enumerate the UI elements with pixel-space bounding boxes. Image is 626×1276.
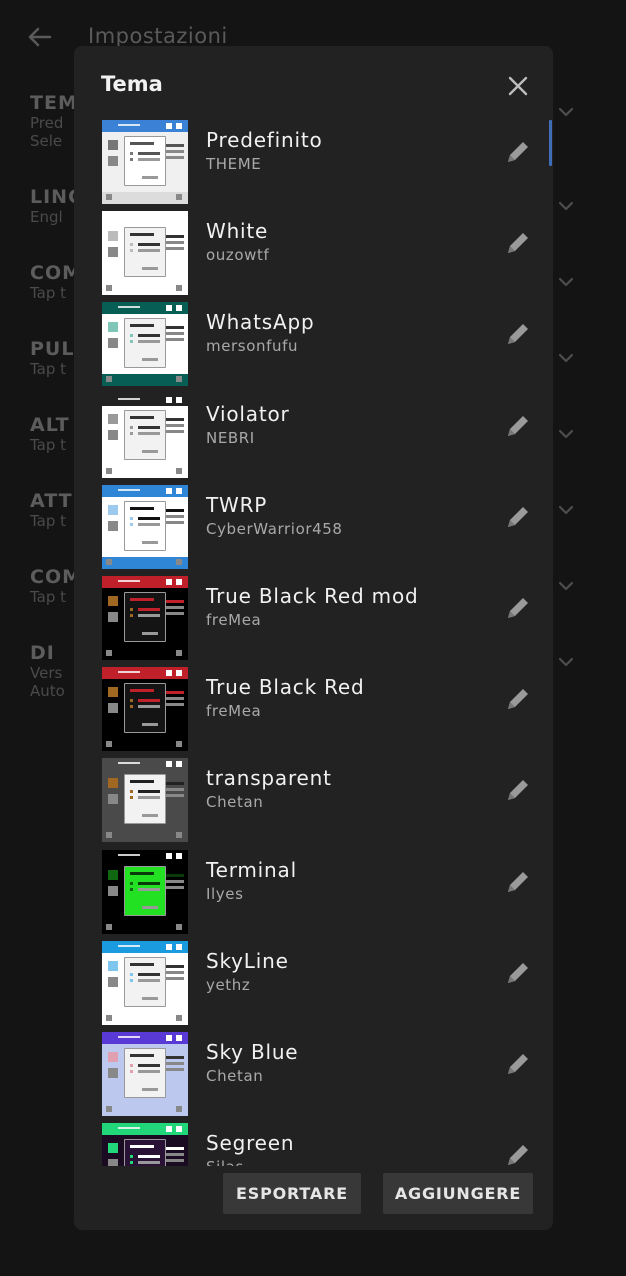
theme-name: True Black Red mod: [206, 584, 419, 608]
theme-row[interactable]: transparent Chetan: [102, 758, 542, 844]
theme-row[interactable]: Segreen Silas: [102, 1123, 542, 1166]
theme-preview-thumbnail: [102, 484, 188, 569]
theme-name: SkyLine: [206, 948, 289, 973]
theme-name: White: [206, 219, 269, 244]
theme-row[interactable]: White ouzowtf: [102, 211, 542, 297]
theme-author: THEME: [206, 155, 262, 173]
theme-list[interactable]: Predefinito THEME White ouzowtf WhatsApp mers…: [74, 120, 553, 1166]
pencil-icon[interactable]: [502, 227, 534, 259]
settings-title: Impostazioni: [88, 24, 228, 48]
theme-name: Predefinito: [206, 128, 323, 152]
chevron-down-icon: [556, 652, 576, 672]
theme-name: Sky Blue: [206, 1040, 299, 1064]
theme-preview-thumbnail: [102, 940, 188, 1025]
theme-preview-thumbnail: [102, 393, 188, 478]
pencil-icon[interactable]: [502, 592, 534, 624]
theme-row[interactable]: Violator NEBRI: [102, 393, 542, 480]
theme-preview-thumbnail: [102, 302, 188, 387]
theme-name: Terminal: [206, 857, 297, 882]
close-icon[interactable]: [504, 72, 532, 100]
pencil-icon[interactable]: [502, 866, 534, 898]
pencil-icon[interactable]: [502, 1139, 534, 1166]
theme-row[interactable]: True Black Red mod freMea: [102, 576, 542, 662]
pencil-icon[interactable]: [502, 136, 534, 168]
export-button[interactable]: ESPORTARE: [223, 1173, 361, 1214]
scrollbar-thumb[interactable]: [549, 120, 552, 166]
theme-name: Violator: [206, 401, 290, 426]
theme-author: CyberWarrior458: [206, 519, 343, 538]
theme-author: NEBRI: [206, 428, 255, 447]
pencil-icon[interactable]: [502, 318, 534, 350]
dialog-title: Tema: [101, 72, 163, 96]
theme-row[interactable]: Predefinito THEME: [102, 120, 542, 206]
pencil-icon[interactable]: [502, 1048, 534, 1080]
chevron-down-icon: [556, 500, 576, 520]
theme-author: Ilyes: [206, 884, 244, 903]
theme-author: freMea: [206, 702, 262, 721]
theme-author: freMea: [206, 611, 262, 629]
chevron-down-icon: [556, 102, 576, 122]
theme-row[interactable]: Terminal Ilyes: [102, 849, 542, 936]
theme-preview-thumbnail: [102, 849, 188, 934]
theme-name: transparent: [206, 766, 332, 791]
pencil-icon[interactable]: [502, 410, 534, 442]
chevron-down-icon: [556, 196, 576, 216]
theme-name: TWRP: [206, 492, 268, 517]
theme-row[interactable]: True Black Red freMea: [102, 667, 542, 753]
pencil-icon[interactable]: [502, 957, 534, 989]
theme-author: ouzowtf: [206, 246, 270, 265]
chevron-down-icon: [556, 424, 576, 444]
theme-name: WhatsApp: [206, 310, 315, 335]
pencil-icon[interactable]: [502, 501, 534, 533]
theme-name: Segreen: [206, 1131, 295, 1156]
theme-dialog: Tema Predefinito THEME White ouzowtf WhatsAp…: [74, 46, 553, 1230]
theme-row[interactable]: Sky Blue Chetan: [102, 1032, 542, 1118]
theme-preview-thumbnail: [102, 667, 188, 752]
theme-preview-thumbnail: [102, 1123, 188, 1166]
theme-author: yethz: [206, 975, 251, 994]
theme-author: Chetan: [206, 1067, 264, 1085]
theme-preview-thumbnail: [102, 1032, 188, 1116]
theme-author: Silas: [206, 1158, 244, 1166]
back-arrow-icon[interactable]: [24, 22, 54, 52]
add-button[interactable]: AGGIUNGERE: [383, 1173, 533, 1214]
theme-preview-thumbnail: [102, 758, 188, 843]
theme-author: Chetan: [206, 793, 264, 812]
chevron-down-icon: [556, 348, 576, 368]
theme-name: True Black Red: [206, 675, 365, 700]
chevron-down-icon: [556, 576, 576, 596]
theme-row[interactable]: WhatsApp mersonfufu: [102, 302, 542, 388]
theme-row[interactable]: SkyLine yethz: [102, 940, 542, 1027]
theme-preview-thumbnail: [102, 576, 188, 660]
chevron-down-icon: [556, 272, 576, 292]
theme-preview-thumbnail: [102, 120, 188, 204]
pencil-icon[interactable]: [502, 774, 534, 806]
theme-preview-thumbnail: [102, 211, 188, 296]
theme-author: mersonfufu: [206, 337, 299, 356]
theme-row[interactable]: TWRP CyberWarrior458: [102, 484, 542, 571]
pencil-icon[interactable]: [502, 683, 534, 715]
